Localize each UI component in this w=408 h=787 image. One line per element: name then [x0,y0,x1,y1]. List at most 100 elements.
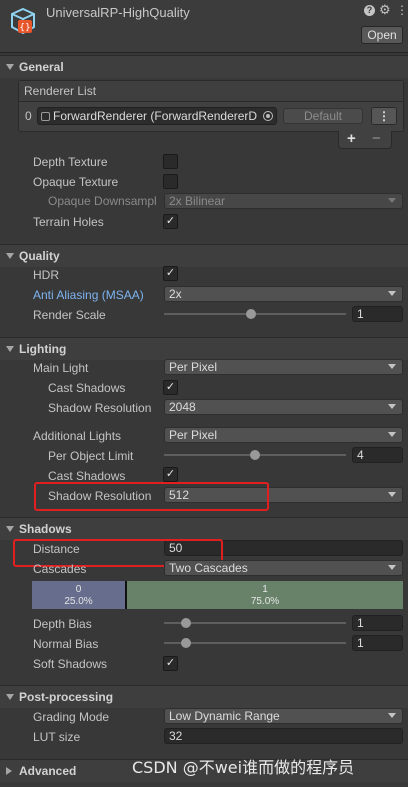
anti-aliasing-value: 2x [169,287,182,301]
section-shadows-header[interactable]: Shadows [0,517,408,540]
renderer-list-label: Renderer List [24,84,97,98]
hdr-checkbox[interactable]: ✓ [163,266,178,281]
main-cast-shadows-checkbox[interactable]: ✓ [163,380,178,395]
depth-bias-slider-track[interactable] [164,622,346,624]
settings-icon[interactable]: ⚙ [379,3,391,17]
normal-bias-slider-thumb[interactable] [180,638,191,648]
anti-aliasing-label: Anti Aliasing (MSAA) [33,288,144,302]
per-object-limit-slider-thumb[interactable] [250,450,260,460]
foldout-expanded-icon [6,64,14,70]
lut-size-value: 32 [169,729,183,743]
per-object-limit-label: Per Object Limit [48,449,134,463]
inspector-header: {} UniversalRP-HighQuality ? ⚙ ⋮ Open [0,0,408,53]
main-light-value: Per Pixel [169,360,218,374]
section-lighting-header[interactable]: Lighting [0,337,408,360]
per-object-limit-field[interactable]: 4 [352,447,403,463]
soft-shadows-checkbox[interactable]: ✓ [163,656,178,671]
cascade-percent: 75.0% [250,596,280,607]
watermark: CSDN @不wei谁而做的程序员 [132,758,355,777]
soft-shadows-label: Soft Shadows [33,657,108,671]
render-scale-value: 1 [357,307,364,321]
chevron-down-icon [388,404,396,409]
opaque-texture-label: Opaque Texture [33,175,119,189]
renderer-asset-icon [41,112,50,121]
cascades-value: Two Cascades [169,561,248,575]
additional-cast-shadows-checkbox[interactable]: ✓ [163,467,178,482]
renderer-object-field[interactable]: ForwardRenderer (ForwardRendererD [37,107,277,125]
render-scale-field[interactable]: 1 [352,306,403,322]
depth-texture-checkbox[interactable] [163,154,178,169]
anti-aliasing-dropdown[interactable]: 2x [164,286,403,302]
per-object-limit-value: 4 [357,448,364,462]
section-general-header[interactable]: General [0,55,408,78]
terrain-holes-label: Terrain Holes [33,215,104,229]
main-light-dropdown[interactable]: Per Pixel [164,359,403,375]
cascade-percent: 25.0% [64,596,93,607]
asset-icon: {} [8,6,38,36]
add-renderer-button[interactable]: + [347,130,356,148]
highlight-shadow-resolution [34,482,269,511]
opaque-downsampling-value: 2x Bilinear [169,194,226,208]
depth-bias-field[interactable]: 1 [352,615,403,631]
object-picker-icon[interactable] [263,111,273,121]
remove-renderer-button[interactable]: − [372,130,381,148]
depth-bias-value: 1 [357,616,364,630]
additional-lights-label: Additional Lights [33,429,122,443]
cascades-dropdown[interactable]: Two Cascades [164,560,403,576]
foldout-expanded-icon [6,346,14,352]
cascade-segment-0: 0 25.0% [32,581,125,609]
additional-lights-dropdown[interactable]: Per Pixel [164,427,403,443]
default-button[interactable]: Default [283,108,363,124]
opaque-texture-checkbox[interactable] [163,174,178,189]
chevron-down-icon [388,291,396,296]
asset-title: UniversalRP-HighQuality [46,5,190,20]
hdr-label: HDR [33,268,59,282]
render-scale-slider-thumb[interactable] [246,309,257,319]
default-button-label: Default [303,109,343,123]
main-light-label: Main Light [33,361,89,375]
render-scale-label: Render Scale [33,308,106,322]
section-title: Post-processing [19,690,114,704]
chevron-down-icon [388,565,396,570]
depth-bias-label: Depth Bias [33,617,92,631]
chevron-down-icon [388,432,396,437]
renderer-list-header: Renderer List [19,81,403,102]
normal-bias-value: 1 [357,636,364,650]
lut-size-field[interactable]: 32 [164,728,403,744]
renderer-index: 0 [25,109,32,123]
more-icon[interactable]: ⋮ [396,3,408,17]
section-quality-header[interactable]: Quality [0,244,408,267]
depth-bias-slider-thumb[interactable] [180,618,191,628]
main-shadow-resolution-dropdown[interactable]: 2048 [164,399,403,415]
normal-bias-field[interactable]: 1 [352,635,403,651]
terrain-holes-checkbox[interactable]: ✓ [163,214,178,229]
opaque-downsampling-label: Opaque Downsampl [48,194,157,208]
help-icon[interactable]: ? [364,5,375,16]
section-title: Quality [19,249,60,263]
grading-mode-dropdown[interactable]: Low Dynamic Range [164,708,403,724]
additional-lights-value: Per Pixel [169,428,218,442]
opaque-downsampling-dropdown[interactable]: 2x Bilinear [164,193,403,209]
renderer-options-button[interactable]: ⋮ [371,107,397,125]
main-cast-shadows-label: Cast Shadows [48,381,126,395]
section-title: Shadows [19,522,72,536]
normal-bias-slider-track[interactable] [164,642,346,644]
cascade-index: 0 [75,584,82,595]
grading-mode-value: Low Dynamic Range [169,709,280,723]
main-shadow-resolution-value: 2048 [169,400,196,414]
renderer-list: Renderer List 0 ForwardRenderer (Forward… [18,80,404,132]
foldout-expanded-icon [6,526,14,532]
foldout-expanded-icon [6,694,14,700]
chevron-down-icon [388,492,396,497]
chevron-down-icon [388,713,396,718]
main-shadow-resolution-label: Shadow Resolution [48,401,152,415]
open-button[interactable]: Open [361,26,403,44]
chevron-down-icon [388,364,396,369]
foldout-expanded-icon [6,253,14,259]
renderer-value: ForwardRenderer (ForwardRendererD [53,109,258,123]
grading-mode-label: Grading Mode [33,710,110,724]
section-post-processing-header[interactable]: Post-processing [0,685,408,708]
cascades-label: Cascades [33,562,87,576]
foldout-collapsed-icon [6,767,12,775]
cascade-segment-1: 1 75.0% [127,581,403,609]
